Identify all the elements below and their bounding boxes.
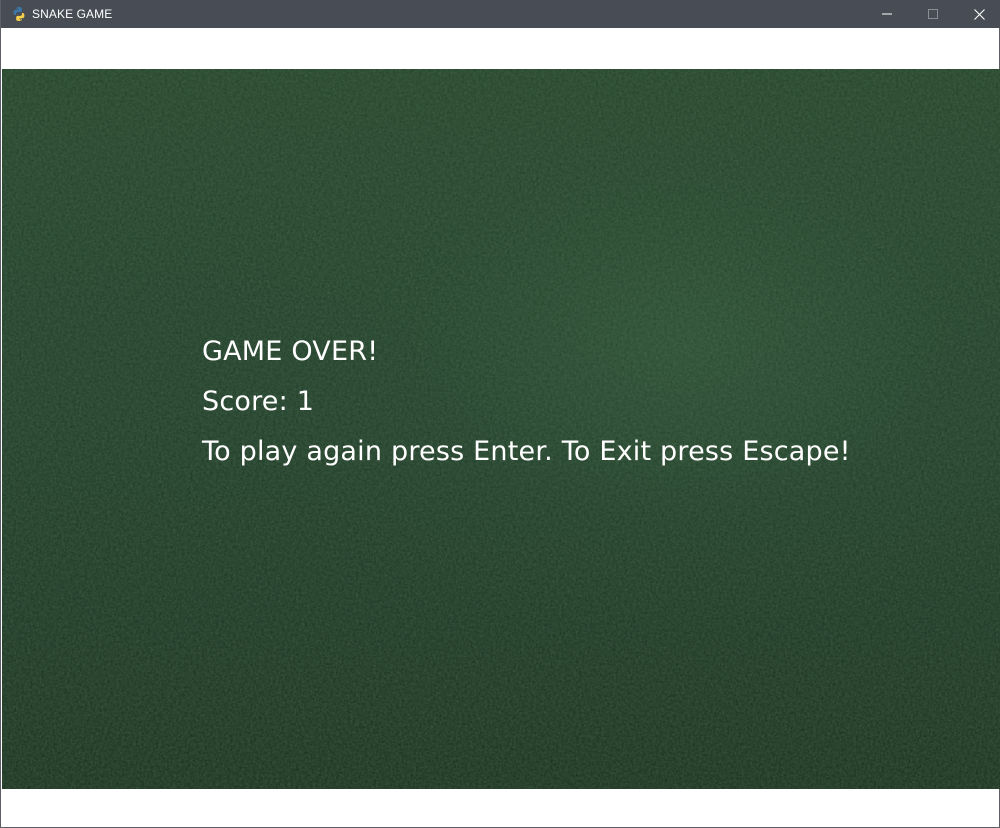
game-window: SNAKE GAME GAME OVER! Score: 1 To play a…: [0, 0, 1000, 828]
maximize-button[interactable]: [910, 0, 956, 28]
minimize-icon: [882, 13, 892, 15]
game-over-text: GAME OVER!: [202, 336, 379, 367]
instructions-text: To play again press Enter. To Exit press…: [202, 436, 851, 467]
close-icon: [973, 8, 985, 20]
python-icon: [13, 7, 25, 21]
minimize-button[interactable]: [864, 0, 910, 28]
game-canvas[interactable]: GAME OVER! Score: 1 To play again press …: [2, 69, 1000, 789]
maximize-icon: [928, 9, 938, 19]
title-bar[interactable]: SNAKE GAME: [1, 0, 1000, 28]
score-text: Score: 1: [202, 386, 315, 417]
close-button[interactable]: [956, 0, 1000, 28]
background-texture: [2, 69, 1000, 789]
window-title: SNAKE GAME: [32, 7, 113, 21]
